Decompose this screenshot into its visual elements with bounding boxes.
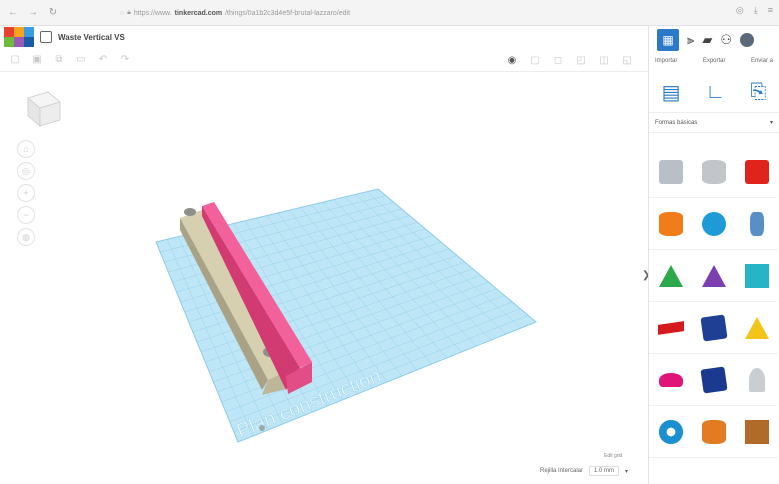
duplicate-icon[interactable]: ⧉ <box>52 53 66 67</box>
address-bar[interactable]: ◌ 🔒︎ https://www. tinkercad.com/things/0a… <box>120 6 520 20</box>
codeblocks-icon[interactable]: ⫸ <box>687 32 694 48</box>
reload-icon[interactable]: ↻ <box>46 6 60 20</box>
shape-item-sphere[interactable] <box>692 198 735 250</box>
lock-icon: 🔒︎ <box>127 9 131 16</box>
cylinder-hole-icon <box>701 159 726 184</box>
paraboloid-icon <box>748 367 765 392</box>
ortho-view-icon[interactable]: ◍ <box>17 228 35 246</box>
url-domain: tinkercad.com <box>174 9 223 17</box>
mirror-icon[interactable]: ◫ <box>597 53 611 67</box>
notes-tool-icon[interactable]: ⎘ <box>750 81 766 104</box>
shape-item-polyhedron[interactable] <box>692 302 735 354</box>
back-icon[interactable]: ← <box>6 6 20 20</box>
shape-item-tube[interactable] <box>692 406 735 458</box>
view-cube[interactable] <box>20 88 64 130</box>
shape-item-paraboloid[interactable] <box>735 354 778 406</box>
shape-item-text[interactable] <box>649 302 692 354</box>
shape-item-cylinder-hole[interactable] <box>692 146 735 198</box>
shape-item-scribble[interactable] <box>735 198 778 250</box>
send-to-tab[interactable]: Enviar a <box>751 58 773 64</box>
shape-item-half-sphere[interactable] <box>649 354 692 406</box>
chevron-down-icon: ▾ <box>625 468 629 475</box>
avatar[interactable] <box>740 33 754 47</box>
text-icon <box>657 320 684 335</box>
shape-item-box-holes[interactable] <box>649 146 692 198</box>
ruler-icon[interactable]: ◻ <box>551 53 565 67</box>
sphere-icon <box>701 211 726 236</box>
wedge-hole-icon <box>744 419 769 444</box>
lessons-icon[interactable]: ▰ <box>702 32 712 48</box>
shape-grid <box>649 146 779 458</box>
import-tab[interactable]: Importar <box>655 58 677 64</box>
shape-item-roof[interactable] <box>649 250 692 302</box>
export-tab[interactable]: Exportar <box>703 58 726 64</box>
tinkercad-logo[interactable] <box>4 27 34 47</box>
cylinder-icon <box>658 211 683 236</box>
shape-item-round-roof[interactable] <box>735 250 778 302</box>
shape-item-box[interactable] <box>735 146 778 198</box>
menu-icon[interactable]: ≡ <box>768 5 773 16</box>
zoom-in-icon[interactable]: + <box>17 184 35 202</box>
url-path: /things/0a1b2c3d4e5f-brutal-lazzaro/edit <box>225 9 351 17</box>
notes-icon[interactable]: ▢ <box>528 53 542 67</box>
downloads-icon[interactable]: ⤓ <box>754 5 758 16</box>
shape-item-cone[interactable] <box>692 250 735 302</box>
origin-marker <box>259 425 265 431</box>
paste-icon[interactable]: ▣ <box>30 53 44 67</box>
add-user-icon[interactable]: ⚇ <box>720 32 732 48</box>
polyhedron-icon <box>699 313 728 342</box>
zoom-out-icon[interactable]: − <box>17 206 35 224</box>
chevron-down-icon: ▾ <box>769 120 773 126</box>
workplane-icon[interactable]: ▤ <box>662 80 681 105</box>
edit-toolbar: ▢ ▣ ⧉ ▭ ↶ ↷ ◉ ▢ ◻ ◰ ◫ ◱ <box>0 48 648 72</box>
undo-icon[interactable]: ↶ <box>96 53 110 67</box>
url-prefix: https://www. <box>133 9 172 17</box>
shield-icon: ◌ <box>120 9 125 17</box>
roof-icon <box>658 264 683 287</box>
half-sphere-icon <box>658 372 683 387</box>
pyramid-icon <box>744 316 769 339</box>
edit-grid-button[interactable]: Edit grid <box>604 453 622 459</box>
shape-item-wedge-hole[interactable] <box>735 406 778 458</box>
light-bulb-icon[interactable]: ◉ <box>505 53 519 67</box>
snap-grid-settings: Rejilla Intercalar 1.0 mm ▾ <box>540 466 628 476</box>
align-icon[interactable]: ◰ <box>574 53 588 67</box>
tube-icon <box>701 419 726 444</box>
round-roof-icon <box>744 263 769 288</box>
design-title[interactable]: Waste Vertical VS <box>58 33 125 42</box>
forward-icon[interactable]: → <box>26 6 40 20</box>
extensions-icon[interactable]: ◎ <box>736 5 744 16</box>
redo-icon[interactable]: ↷ <box>118 53 132 67</box>
browser-toolbar: ← → ↻ ◌ 🔒︎ https://www. tinkercad.com/thi… <box>0 0 779 26</box>
3d-design-icon[interactable]: ▦ <box>657 29 679 51</box>
fit-view-icon[interactable]: ◎ <box>17 162 35 180</box>
shape-item-polygon[interactable] <box>692 354 735 406</box>
home-view-icon[interactable]: ⌂ <box>17 140 35 158</box>
torus-icon <box>658 419 683 444</box>
scribble-icon <box>749 211 764 236</box>
snap-grid-select[interactable]: 1.0 mm <box>589 466 620 476</box>
polygon-icon <box>699 365 728 394</box>
copy-icon[interactable]: ▢ <box>8 53 22 67</box>
ruler-tool-icon[interactable]: ∟ <box>706 81 726 104</box>
design-grid-icon[interactable] <box>40 31 52 43</box>
right-panel: ▦ ⫸ ▰ ⚇ Importar Exportar Enviar a ▤ ∟ ⎘… <box>648 26 779 484</box>
shape-item-cylinder[interactable] <box>649 198 692 250</box>
workplane-canvas[interactable]: Plan construction <box>0 72 640 484</box>
app-header: Waste Vertical VS <box>0 26 640 48</box>
shape-item-torus[interactable] <box>649 406 692 458</box>
delete-icon[interactable]: ▭ <box>74 53 88 67</box>
shape-library-label: Formas básicas <box>655 119 698 126</box>
box-holes-icon <box>658 159 683 184</box>
shape-library-selector[interactable]: Formas básicas ▾ <box>649 112 779 133</box>
box-icon <box>744 159 769 184</box>
shape-item-pyramid[interactable] <box>735 302 778 354</box>
group-icon[interactable]: ◱ <box>620 53 634 67</box>
cone-icon <box>701 264 726 287</box>
snap-grid-label: Rejilla Intercalar <box>540 468 584 474</box>
